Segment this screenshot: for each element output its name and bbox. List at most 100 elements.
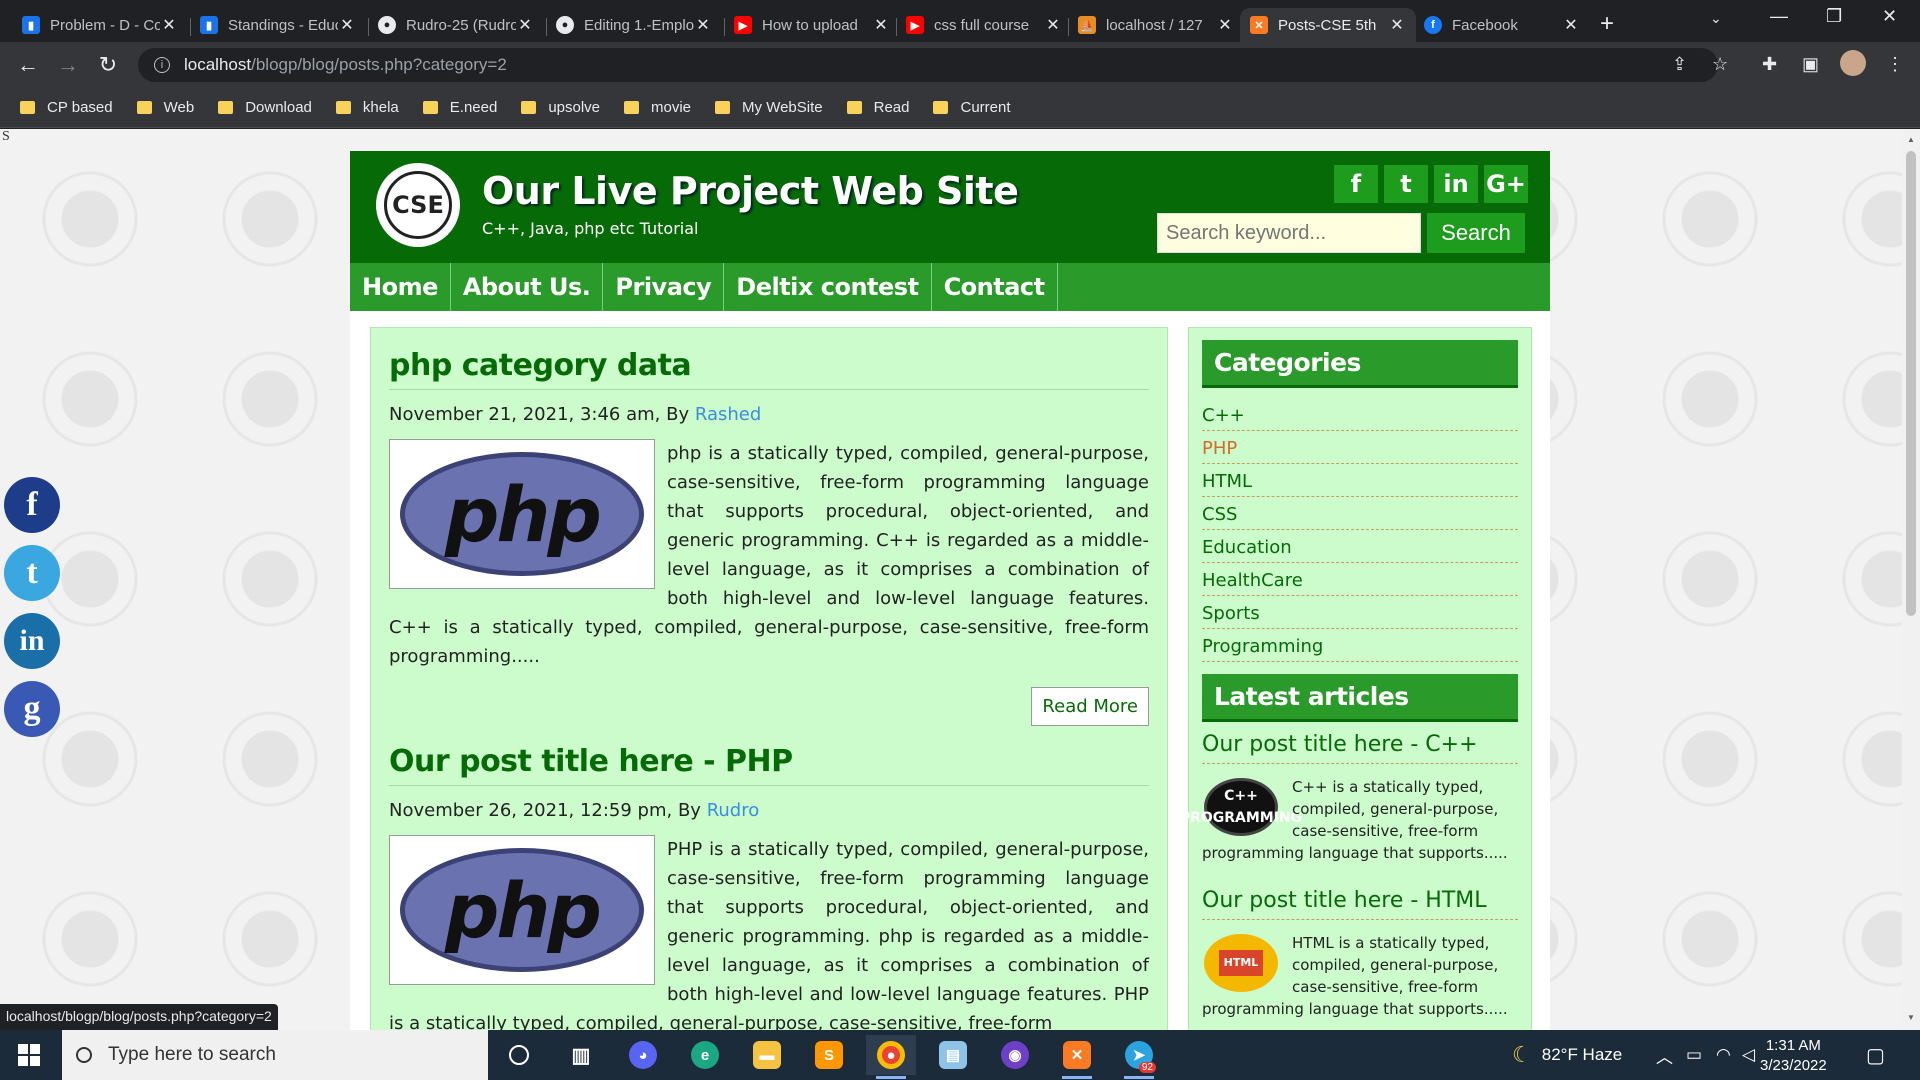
close-tab-icon[interactable]: ✕ bbox=[872, 15, 890, 35]
extensions-icon[interactable]: ✚ bbox=[1762, 54, 1777, 75]
linkedin-icon[interactable]: in bbox=[1434, 165, 1478, 203]
site-logo[interactable]: CSE bbox=[376, 163, 460, 247]
post-title[interactable]: Our post title here - PHP bbox=[389, 744, 1149, 786]
tab-phpmyadmin[interactable]: ⛵ localhost / 127 ✕ bbox=[1068, 8, 1244, 42]
battery-icon[interactable]: ▭ bbox=[1686, 1030, 1702, 1080]
bookmark-folder[interactable]: CP based bbox=[20, 99, 113, 116]
bookmark-folder[interactable]: Web bbox=[136, 99, 194, 116]
edge-icon[interactable]: e bbox=[680, 1035, 730, 1075]
profile-avatar[interactable] bbox=[1840, 50, 1866, 76]
close-tab-icon[interactable]: ✕ bbox=[1562, 15, 1580, 35]
task-view-icon[interactable]: ▥ bbox=[556, 1035, 606, 1075]
wifi-icon[interactable]: ◠ bbox=[1716, 1030, 1731, 1080]
bookmark-folder[interactable]: upsolve bbox=[521, 99, 600, 116]
tab-youtube-upload[interactable]: ▶ How to upload ✕ bbox=[724, 8, 900, 42]
show-hidden-icons-chevron-icon[interactable]: ︿ bbox=[1656, 1030, 1673, 1080]
latest-article-title[interactable]: Our post title here - C++ bbox=[1202, 732, 1518, 764]
tab-posts-cse[interactable]: ✕ Posts-CSE 5th ✕ bbox=[1240, 8, 1416, 42]
back-icon[interactable]: ← bbox=[14, 52, 42, 78]
tab-search-chevron-icon[interactable]: ⌄ bbox=[1710, 10, 1722, 27]
forward-icon[interactable]: → bbox=[54, 52, 82, 78]
share-icon[interactable]: ⇪ bbox=[1672, 54, 1687, 75]
bookmark-folder[interactable]: My WebSite bbox=[715, 99, 823, 116]
volume-icon[interactable]: ◁ bbox=[1742, 1030, 1755, 1080]
bookmark-folder[interactable]: movie bbox=[624, 99, 691, 116]
nav-about[interactable]: About Us. bbox=[451, 263, 604, 311]
bookmark-folder[interactable]: Download bbox=[218, 99, 312, 116]
google-plus-icon[interactable]: G+ bbox=[1484, 165, 1528, 203]
category-programming[interactable]: Programming bbox=[1202, 629, 1518, 662]
bookmark-folder[interactable]: E.need bbox=[422, 99, 497, 116]
notification-center-icon[interactable]: ▢ bbox=[1866, 1030, 1885, 1080]
facebook-icon[interactable]: f bbox=[1334, 165, 1378, 203]
read-more-button[interactable]: Read More bbox=[1031, 687, 1149, 726]
category-education[interactable]: Education bbox=[1202, 530, 1518, 563]
category-sports[interactable]: Sports bbox=[1202, 596, 1518, 629]
page-scrollbar[interactable]: ▲ ▼ bbox=[1902, 129, 1920, 1030]
nav-home[interactable]: Home bbox=[350, 263, 451, 311]
scroll-up-icon[interactable]: ▲ bbox=[1907, 135, 1915, 144]
minimize-icon[interactable]: — bbox=[1770, 6, 1788, 27]
cortana-icon[interactable] bbox=[494, 1035, 544, 1075]
tab-github-rudro[interactable]: ● Rudro-25 (Rudro) ✕ bbox=[368, 8, 544, 42]
category-html[interactable]: HTML bbox=[1202, 464, 1518, 497]
new-tab-icon[interactable]: + bbox=[1600, 10, 1614, 38]
discord-icon[interactable]: ◕ bbox=[618, 1035, 668, 1075]
tab-standings[interactable]: ▮ Standings - Educational ✕ bbox=[190, 8, 366, 42]
bookmark-folder[interactable]: khela bbox=[335, 99, 399, 116]
nav-deltix-contest[interactable]: Deltix contest bbox=[724, 263, 932, 311]
nav-contact[interactable]: Contact bbox=[932, 263, 1058, 311]
close-tab-icon[interactable]: ✕ bbox=[1388, 15, 1406, 35]
search-button[interactable]: Search bbox=[1427, 213, 1525, 253]
category-php[interactable]: PHP bbox=[1202, 431, 1518, 464]
sublime-text-icon[interactable]: S bbox=[804, 1035, 854, 1075]
close-tab-icon[interactable]: ✕ bbox=[338, 15, 356, 35]
tab-facebook[interactable]: f Facebook ✕ bbox=[1414, 8, 1590, 42]
author-link[interactable]: Rashed bbox=[695, 404, 761, 425]
category-cpp[interactable]: C++ bbox=[1202, 398, 1518, 431]
author-link[interactable]: Rudro bbox=[707, 800, 760, 821]
close-tab-icon[interactable]: ✕ bbox=[694, 15, 712, 35]
close-tab-icon[interactable]: ✕ bbox=[1044, 15, 1062, 35]
nav-privacy[interactable]: Privacy bbox=[603, 263, 725, 311]
tab-github-editing[interactable]: ● Editing 1.-Employee ✕ bbox=[546, 8, 722, 42]
chrome-icon[interactable]: ● bbox=[866, 1035, 916, 1079]
system-clock[interactable]: 1:31 AM 3/23/2022 bbox=[1760, 1036, 1827, 1076]
post-title[interactable]: php category data bbox=[389, 348, 1149, 390]
weather-widget[interactable]: ☾ 82°F Haze bbox=[1512, 1030, 1622, 1080]
file-explorer-icon[interactable]: ▬ bbox=[742, 1035, 792, 1075]
twitter-float-icon[interactable]: t bbox=[4, 545, 60, 601]
address-url[interactable]: localhost/blogp/blog/posts.php?category=… bbox=[184, 55, 507, 75]
windows-start-icon[interactable] bbox=[18, 1044, 40, 1066]
side-panel-icon[interactable]: ▣ bbox=[1802, 54, 1819, 75]
linkedin-float-icon[interactable]: in bbox=[4, 613, 60, 669]
bookmark-folder[interactable]: Read bbox=[846, 99, 909, 116]
telegram-icon[interactable]: ➤ 92 bbox=[1114, 1035, 1164, 1079]
scroll-down-icon[interactable]: ▼ bbox=[1907, 1013, 1915, 1022]
tab-youtube-css[interactable]: ▶ css full course ✕ bbox=[896, 8, 1072, 42]
notepad-icon[interactable]: ▤ bbox=[928, 1035, 978, 1075]
restore-icon[interactable]: ❐ bbox=[1826, 6, 1842, 27]
latest-article-title[interactable]: Our post title here - HTML bbox=[1202, 888, 1518, 920]
site-info-icon[interactable]: i bbox=[154, 57, 170, 73]
address-bar[interactable]: i localhost/blogp/blog/posts.php?categor… bbox=[138, 48, 1718, 82]
close-tab-icon[interactable]: ✕ bbox=[160, 15, 178, 35]
facebook-float-icon[interactable]: f bbox=[4, 477, 60, 533]
category-css[interactable]: CSS bbox=[1202, 497, 1518, 530]
google-float-icon[interactable]: g bbox=[4, 681, 60, 737]
twitter-icon[interactable]: t bbox=[1384, 165, 1428, 203]
search-input[interactable] bbox=[1157, 213, 1421, 253]
menu-kebab-icon[interactable]: ⋮ bbox=[1886, 54, 1904, 75]
category-healthcare[interactable]: HealthCare bbox=[1202, 563, 1518, 596]
tab-problem-d[interactable]: ▮ Problem - D - Codeforces ✕ bbox=[12, 8, 188, 42]
scrollbar-thumb[interactable] bbox=[1906, 151, 1916, 616]
github-desktop-icon[interactable]: ◉ bbox=[990, 1035, 1040, 1075]
close-window-icon[interactable]: ✕ bbox=[1882, 6, 1897, 27]
bookmark-folder[interactable]: Current bbox=[933, 99, 1011, 116]
xampp-icon[interactable]: ✕ bbox=[1052, 1035, 1102, 1079]
close-tab-icon[interactable]: ✕ bbox=[1216, 15, 1234, 35]
taskbar-search[interactable]: Type here to search bbox=[62, 1030, 488, 1080]
reload-icon[interactable]: ↻ bbox=[94, 52, 122, 78]
bookmark-star-icon[interactable]: ☆ bbox=[1712, 54, 1728, 75]
close-tab-icon[interactable]: ✕ bbox=[516, 15, 534, 35]
